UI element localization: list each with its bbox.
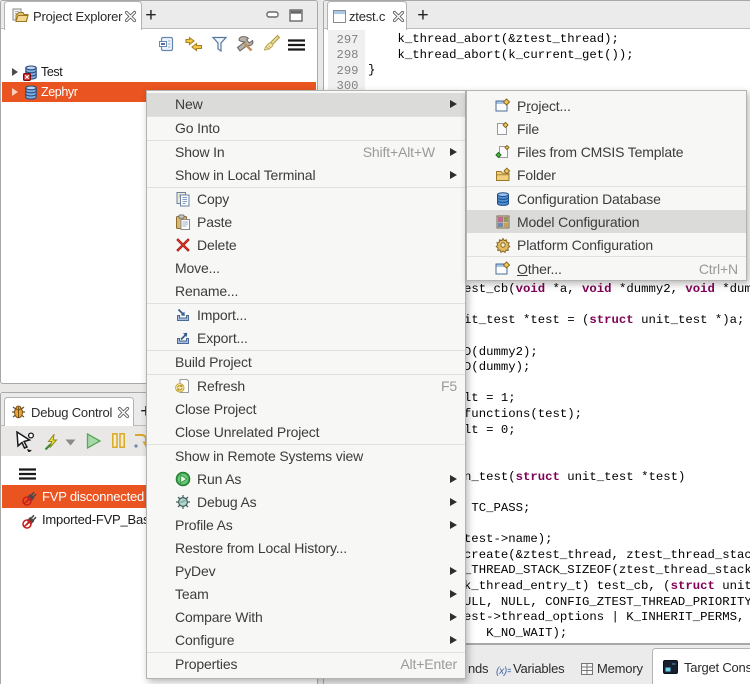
svg-text:(x)=: (x)=	[496, 666, 511, 676]
